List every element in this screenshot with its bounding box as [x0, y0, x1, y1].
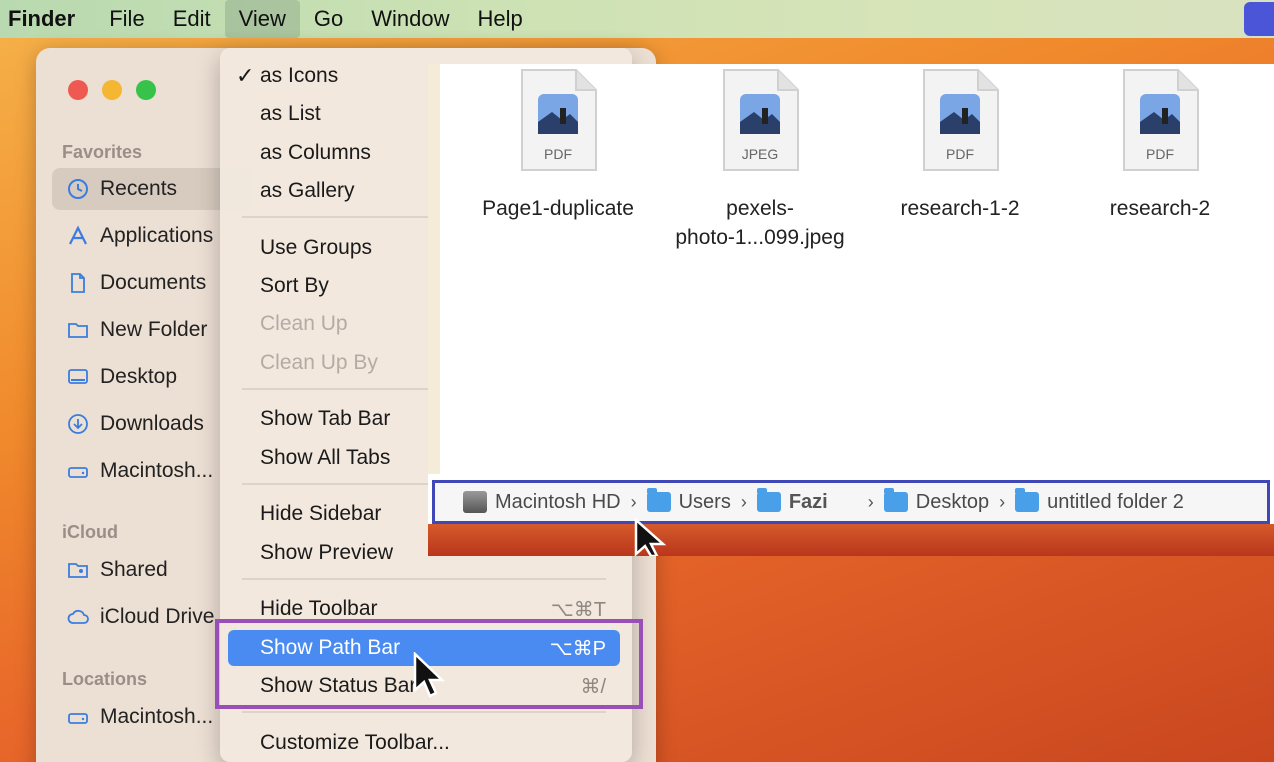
document-icon: [66, 271, 90, 295]
menu-go[interactable]: Go: [300, 0, 357, 38]
shared-folder-icon: [66, 558, 90, 582]
file-type-label: PDF: [544, 146, 572, 162]
menu-separator: [242, 711, 606, 713]
desktop-wallpaper-strip: [428, 524, 1274, 556]
menu-item-label: Sort By: [260, 274, 329, 297]
sidebar-item-label: New Folder: [100, 318, 208, 341]
sidebar-item-label: Documents: [100, 271, 207, 294]
menu-item-label: Hide Toolbar: [260, 597, 378, 620]
pdf-file-icon: PDF: [518, 68, 598, 172]
file-name: research-1-2: [900, 197, 1020, 220]
menu-file[interactable]: File: [95, 0, 158, 38]
clock-icon: [66, 177, 90, 201]
file-item[interactable]: PDF research-2: [1060, 68, 1260, 223]
menu-item-label: Hide Sidebar: [260, 502, 382, 525]
path-segment-macintosh-hd[interactable]: Macintosh HD: [463, 491, 621, 514]
file-name: Page1-duplicate: [482, 197, 634, 220]
file-item[interactable]: JPEG pexels- photo-1...099.jpeg: [660, 68, 860, 252]
mouse-cursor-icon: [634, 518, 667, 556]
sidebar-item-label: Downloads: [100, 412, 204, 435]
sidebar-item-label: Desktop: [100, 365, 178, 388]
desktop-icon: [66, 365, 90, 389]
menu-item-label: Show Preview: [260, 541, 394, 564]
menu-item-label: as List: [260, 102, 321, 125]
path-segment-desktop[interactable]: Desktop: [883, 488, 990, 514]
mouse-cursor-icon: [413, 652, 446, 698]
menu-separator: [242, 578, 606, 580]
path-segment-label: Desktop: [915, 490, 990, 513]
pdf-file-icon: PDF: [1120, 68, 1200, 172]
chevron-right-icon: ›: [630, 491, 637, 512]
sidebar-header-favorites: Favorites: [62, 142, 143, 162]
menu-item-label: Clean Up: [260, 312, 348, 335]
window-edge: [428, 64, 440, 474]
zoom-button[interactable]: [136, 80, 156, 100]
menu-bar: Finder File Edit View Go Window Help: [0, 0, 1274, 38]
menu-edit[interactable]: Edit: [159, 0, 225, 38]
shortcut-label: ⌥⌘T: [550, 598, 606, 621]
sidebar-item-label: Applications: [100, 224, 214, 247]
chevron-right-icon: ›: [867, 491, 874, 512]
folder-icon: [883, 488, 908, 512]
menu-item-label: Use Groups: [260, 236, 373, 259]
sidebar-item-label: Recents: [100, 177, 178, 200]
menu-item-label: Show Tab Bar: [260, 407, 391, 430]
file-name: pexels- photo-1...099.jpeg: [675, 197, 845, 249]
sidebar-item-label: Macintosh...: [100, 459, 214, 482]
sidebar-header-locations: Locations: [62, 669, 148, 689]
menu-help[interactable]: Help: [464, 0, 537, 38]
path-segment-label: untitled folder 2: [1047, 490, 1184, 513]
file-name: research-2: [1109, 197, 1211, 220]
sidebar-item-label: iCloud Drive: [100, 605, 215, 628]
cloud-icon: [66, 605, 90, 629]
jpeg-file-icon: JPEG: [720, 68, 800, 172]
home-folder-icon: [756, 488, 781, 512]
chevron-right-icon: ›: [999, 491, 1006, 512]
file-type-label: PDF: [1146, 146, 1174, 162]
folder-icon: [1015, 488, 1040, 512]
menu-window[interactable]: Window: [357, 0, 463, 38]
pdf-file-icon: PDF: [920, 68, 1000, 172]
path-segment-label: Users: [678, 490, 731, 513]
path-segment-label: Fazi: [788, 490, 828, 513]
file-item[interactable]: PDF research-1-2: [860, 68, 1060, 223]
hard-drive-icon: [66, 705, 90, 729]
menu-item-label: as Icons: [260, 64, 339, 87]
menu-item-label: Clean Up By: [260, 351, 378, 374]
file-type-label: JPEG: [741, 146, 779, 162]
path-segment-label: Macintosh HD: [495, 490, 621, 513]
applications-icon: [66, 224, 90, 248]
control-center-icon[interactable]: [1244, 2, 1274, 36]
menu-item-label: as Columns: [260, 141, 371, 164]
folder-icon: [66, 318, 90, 342]
path-segment-user-home[interactable]: Fazi: [756, 488, 858, 514]
chevron-right-icon: ›: [740, 491, 747, 512]
minimize-button[interactable]: [102, 80, 122, 100]
sidebar-item-label: Shared: [100, 558, 168, 581]
path-bar: Macintosh HD › Users › Fazi › Desktop › …: [432, 480, 1270, 524]
hard-drive-icon: [463, 491, 487, 513]
download-icon: [66, 412, 90, 436]
close-button[interactable]: [68, 80, 88, 100]
hard-drive-icon: [66, 459, 90, 483]
file-item[interactable]: PDF Page1-duplicate: [458, 68, 658, 223]
folder-icon: [646, 488, 671, 512]
menu-item-label: Customize Toolbar...: [260, 731, 450, 754]
sidebar-header-icloud: iCloud: [62, 522, 118, 542]
path-segment-users[interactable]: Users: [646, 488, 731, 514]
path-segment-untitled-folder-2[interactable]: untitled folder 2: [1015, 488, 1184, 514]
file-type-label: PDF: [946, 146, 974, 162]
menu-item-label: Show All Tabs: [260, 446, 391, 469]
menu-item-customize-toolbar[interactable]: Customize Toolbar...: [228, 725, 620, 761]
sidebar-item-label: Macintosh...: [100, 705, 214, 728]
window-controls: [68, 80, 156, 100]
menu-view[interactable]: View: [224, 0, 300, 38]
checkmark-icon: ✓: [236, 63, 255, 88]
menu-finder[interactable]: Finder: [0, 0, 95, 38]
menu-item-label: as Gallery: [260, 179, 355, 202]
